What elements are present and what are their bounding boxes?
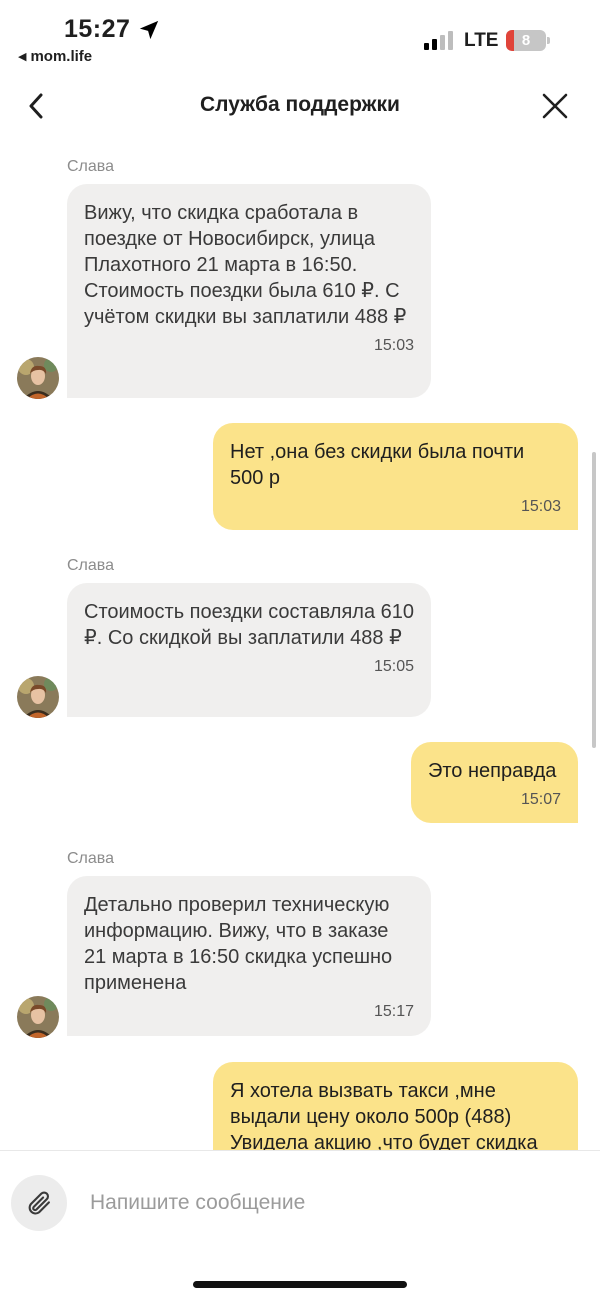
avatar[interactable]: [17, 996, 59, 1038]
attach-button[interactable]: [11, 1175, 67, 1231]
scrollbar[interactable]: [592, 452, 596, 748]
message-text: Детально проверил техническую информацию…: [84, 894, 393, 994]
battery-icon: 8: [506, 30, 550, 51]
network-type: LTE: [464, 30, 499, 51]
location-arrow-icon: [139, 20, 159, 40]
message-sender: Слава: [67, 850, 115, 867]
avatar[interactable]: [17, 357, 59, 399]
close-icon: [542, 93, 568, 119]
message-composer: [0, 1150, 600, 1300]
back-to-app-link[interactable]: ◀ mom.life: [18, 48, 92, 65]
page-title: Служба поддержки: [200, 93, 400, 116]
message-sender: Слава: [67, 557, 115, 574]
message-input[interactable]: [80, 1179, 580, 1227]
message-time: 15:05: [373, 658, 414, 675]
close-button[interactable]: [538, 89, 572, 123]
message-text: Нет ,она без скидки была почти 500 р: [230, 441, 525, 489]
back-app-label: mom.life: [30, 48, 93, 65]
signal-icon: [424, 31, 453, 50]
message-time: 15:17: [373, 1003, 414, 1020]
message-text: Я хотела вызвать такси ,мне выдали цену …: [230, 1080, 538, 1154]
back-triangle-icon: ◀: [18, 51, 27, 63]
battery-level: 8: [521, 32, 531, 49]
message-text: Стоимость поездки составляла 610 ₽. Со с…: [84, 601, 414, 649]
home-indicator: [193, 1281, 407, 1288]
message-time: 15:03: [520, 498, 561, 515]
outgoing-message: Нет ,она без скидки была почти 500 р 15:…: [213, 423, 578, 530]
message-text: Это неправда: [428, 760, 557, 782]
status-time: 15:27: [64, 15, 131, 43]
incoming-message: Детально проверил техническую информацию…: [67, 876, 431, 1036]
message-time: 15:07: [520, 791, 561, 808]
avatar[interactable]: [17, 676, 59, 718]
message-text: Вижу, что скидка сработала в поездке от …: [84, 202, 407, 328]
outgoing-message: Это неправда 15:07: [411, 742, 578, 823]
message-time: 15:03: [373, 337, 414, 354]
incoming-message: Вижу, что скидка сработала в поездке от …: [67, 184, 431, 398]
paperclip-icon: [28, 1191, 50, 1215]
status-bar: 15:27 ◀ mom.life LTE 8: [0, 0, 600, 72]
chat-header: Служба поддержки: [0, 72, 600, 142]
incoming-message: Стоимость поездки составляла 610 ₽. Со с…: [67, 583, 431, 717]
message-sender: Слава: [67, 158, 115, 175]
